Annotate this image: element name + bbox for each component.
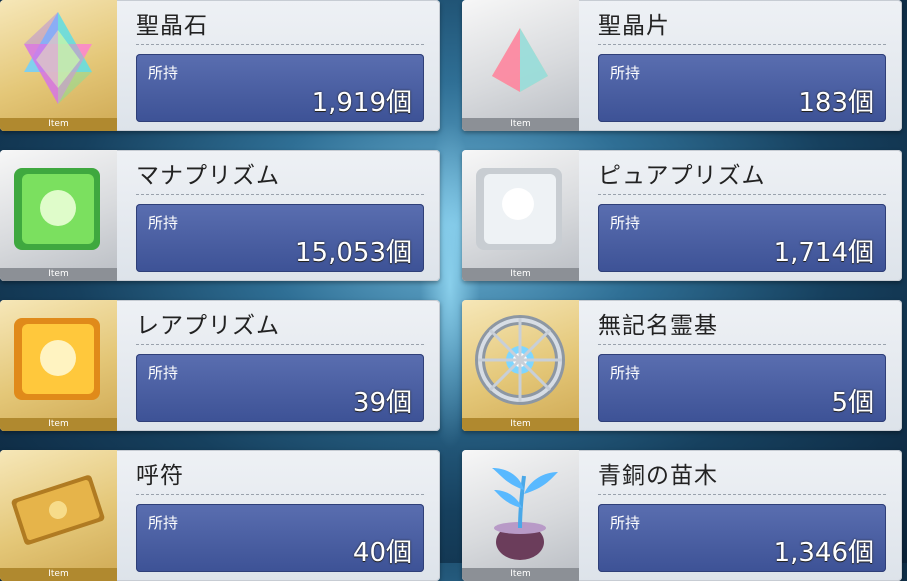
item-thumbnail: Item [0, 300, 117, 431]
item-thumbnail: Item [462, 450, 579, 581]
item-name: ピュアプリズム [598, 163, 766, 189]
divider [598, 44, 886, 45]
owned-panel: 所持 15,053個 [136, 204, 424, 272]
item-tag: Item [462, 118, 579, 131]
item-tag: Item [462, 568, 579, 581]
owned-count: 15,053個 [295, 238, 412, 268]
owned-count: 1,714個 [773, 238, 874, 268]
item-card-rare-prism[interactable]: Item レアプリズム 所持 39個 [0, 300, 440, 431]
item-tag: Item [0, 418, 117, 431]
mana-prism-icon [14, 168, 100, 250]
item-tag: Item [462, 268, 579, 281]
owned-panel: 所持 5個 [598, 354, 886, 422]
owned-count: 39個 [352, 388, 412, 418]
item-thumbnail: Item [0, 150, 117, 281]
item-name: 無記名霊基 [598, 313, 718, 339]
item-card-quartz-fragment[interactable]: Item 聖晶片 所持 183個 [462, 0, 902, 131]
divider [136, 44, 424, 45]
owned-count: 1,346個 [773, 538, 874, 568]
saint-quartz-icon [24, 12, 92, 104]
item-name: 青銅の苗木 [598, 463, 718, 489]
item-card-summon-ticket[interactable]: Item 呼符 所持 40個 [0, 450, 440, 581]
owned-count: 1,919個 [311, 88, 412, 118]
divider [136, 194, 424, 195]
owned-label: 所持 [610, 64, 641, 82]
item-tag: Item [462, 418, 579, 431]
item-card-bronze-sapling[interactable]: Item 青銅の苗木 所持 1,346個 [462, 450, 902, 581]
divider [598, 344, 886, 345]
item-thumbnail: Item [462, 300, 579, 431]
unregistered-spirit-origin-icon [475, 315, 565, 405]
owned-panel: 所持 1,714個 [598, 204, 886, 272]
item-card-unregistered-spirit-origin[interactable]: Item 無記名霊基 所持 5個 [462, 300, 902, 431]
item-name: マナプリズム [136, 163, 280, 189]
owned-count: 40個 [352, 538, 412, 568]
item-tag: Item [0, 268, 117, 281]
owned-count: 5個 [831, 388, 874, 418]
owned-panel: 所持 40個 [136, 504, 424, 572]
pure-prism-icon [476, 168, 562, 250]
owned-label: 所持 [148, 364, 179, 382]
owned-label: 所持 [610, 214, 641, 232]
owned-count: 183個 [798, 88, 874, 118]
item-thumbnail: Item [0, 0, 117, 131]
owned-panel: 所持 39個 [136, 354, 424, 422]
item-card-pure-prism[interactable]: Item ピュアプリズム 所持 1,714個 [462, 150, 902, 281]
owned-panel: 所持 1,919個 [136, 54, 424, 122]
item-thumbnail: Item [0, 450, 117, 581]
quartz-fragment-icon [492, 28, 548, 92]
item-card-mana-prism[interactable]: Item マナプリズム 所持 15,053個 [0, 150, 440, 281]
item-name: レアプリズム [136, 313, 280, 339]
item-name: 聖晶石 [136, 13, 208, 39]
owned-label: 所持 [148, 214, 179, 232]
item-tag: Item [0, 568, 117, 581]
owned-label: 所持 [148, 64, 179, 82]
owned-label: 所持 [148, 514, 179, 532]
owned-panel: 所持 183個 [598, 54, 886, 122]
owned-label: 所持 [610, 364, 641, 382]
rare-prism-icon [14, 318, 100, 400]
divider [136, 344, 424, 345]
item-name: 聖晶片 [598, 13, 670, 39]
item-name: 呼符 [136, 463, 184, 489]
summon-ticket-icon [11, 475, 105, 545]
item-thumbnail: Item [462, 150, 579, 281]
divider [598, 494, 886, 495]
owned-label: 所持 [610, 514, 641, 532]
owned-panel: 所持 1,346個 [598, 504, 886, 572]
divider [598, 194, 886, 195]
divider [136, 494, 424, 495]
item-card-saint-quartz[interactable]: Item 聖晶石 所持 1,919個 [0, 0, 440, 131]
bronze-sapling-icon [492, 468, 558, 560]
item-thumbnail: Item [462, 0, 579, 131]
item-tag: Item [0, 118, 117, 131]
